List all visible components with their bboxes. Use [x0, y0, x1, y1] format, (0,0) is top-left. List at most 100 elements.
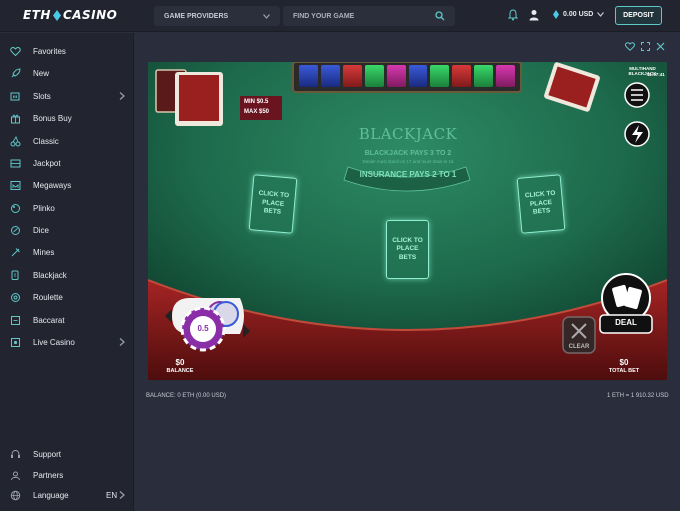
table-rule-payout: BLACKJACK PAYS 3 TO 2 [364, 150, 452, 157]
table-rule-insurance: INSURANCE PAYS 2 TO 1 [359, 170, 457, 179]
live-icon [11, 337, 20, 347]
dice-icon [11, 225, 20, 235]
chip-stack [452, 65, 472, 87]
selected-chip[interactable]: 0.5 [192, 324, 214, 333]
chevron-down-icon [263, 13, 270, 19]
chip-stack [342, 65, 362, 87]
rocket-icon [11, 67, 21, 77]
heart-icon [10, 46, 21, 56]
roulette-icon [11, 292, 20, 302]
sidebar-item-label: Baccarat [33, 315, 65, 325]
game-clock: 11:57:41 [647, 72, 665, 77]
sidebar-item-slots[interactable]: Slots [0, 85, 134, 107]
chip-stack [496, 65, 516, 87]
slot-machine-icon [10, 92, 20, 100]
sidebar-item-label: Bonus Buy [33, 113, 72, 123]
chip-stack [364, 65, 384, 87]
footer-balance: BALANCE: 0 ETH (0.00 USD) [146, 393, 227, 399]
bell-icon[interactable] [508, 9, 518, 21]
sidebar: Favorites New Slots Bonus Buy Classic Ja… [0, 33, 134, 511]
deposit-button[interactable]: DEPOSIT [615, 6, 662, 25]
megaways-icon [10, 180, 21, 190]
fullscreen-icon[interactable] [641, 42, 650, 51]
sidebar-item-roulette[interactable]: Roulette [0, 286, 134, 308]
eth-diamond-icon [52, 9, 61, 21]
sidebar-item-label: Language [33, 490, 69, 500]
sidebar-item-baccarat[interactable]: Baccarat [0, 309, 134, 331]
jackpot-icon [10, 159, 21, 167]
max-bet-label: MAX $50 [244, 109, 270, 115]
chip-stack [408, 65, 428, 87]
sidebar-item-megaways[interactable]: Megaways [0, 174, 134, 196]
baccarat-icon [11, 315, 20, 325]
sidebar-item-favorites[interactable]: Favorites [0, 40, 134, 62]
sidebar-item-label: Partners [33, 470, 64, 480]
chip-tray [295, 63, 519, 89]
game-providers-label: GAME PROVIDERS [164, 12, 229, 20]
chevron-down-icon [597, 12, 605, 17]
search-placeholder: FIND YOUR GAME [293, 12, 355, 20]
chevron-right-icon [119, 491, 125, 499]
sidebar-item-label: Classic [33, 136, 59, 146]
deal-button[interactable]: DEAL [600, 318, 652, 327]
sidebar-item-label: Slots [33, 91, 51, 101]
sidebar-item-mines[interactable]: Mines [0, 241, 134, 263]
bet-spot-center[interactable]: CLICK TO PLACE BETS [386, 220, 429, 279]
plinko-icon [11, 203, 20, 213]
game-canvas[interactable]: MULTIHAND BLACKJACK 11:57:41 MIN $0.5 MA… [148, 62, 667, 380]
sidebar-item-plinko[interactable]: Plinko [0, 197, 134, 219]
headset-icon [11, 449, 20, 458]
close-icon[interactable] [656, 42, 665, 51]
language-value: EN [106, 490, 118, 500]
chip-stack [386, 65, 406, 87]
chip-stack [474, 65, 494, 87]
game-providers-dropdown[interactable]: GAME PROVIDERS [154, 6, 280, 26]
chip-stack [299, 65, 318, 87]
language-selector[interactable]: Language EN [0, 484, 134, 506]
sidebar-item-dice[interactable]: Dice [0, 219, 134, 241]
sidebar-item-bonus-buy[interactable]: Bonus Buy [0, 107, 134, 129]
sidebar-item-label: Dice [33, 225, 50, 235]
sidebar-item-support[interactable]: Support [0, 443, 134, 465]
sidebar-item-label: Roulette [33, 292, 63, 302]
search-input[interactable]: FIND YOUR GAME [283, 6, 455, 26]
search-icon[interactable] [435, 11, 445, 21]
balance-selector[interactable]: 0.00 USD [553, 10, 605, 19]
bet-spot-right[interactable]: CLICK TO PLACE BETS [516, 174, 566, 234]
sidebar-item-new[interactable]: New [0, 62, 134, 84]
top-bar: ETH CASINO GAME PROVIDERS FIND YOUR GAME… [0, 0, 680, 32]
mines-icon [11, 247, 20, 256]
sidebar-item-label: Jackpot [33, 158, 61, 168]
site-logo[interactable]: ETH CASINO [23, 8, 117, 22]
clear-button[interactable]: CLEAR [560, 344, 598, 350]
chevron-right-icon [119, 92, 125, 100]
gift-icon [11, 114, 20, 123]
sidebar-item-label: New [33, 68, 50, 78]
sidebar-item-live-casino[interactable]: Live Casino [0, 331, 134, 353]
eth-currency-icon [553, 10, 559, 19]
chip-stack [320, 65, 340, 87]
sidebar-item-jackpot[interactable]: Jackpot [0, 152, 134, 174]
sidebar-item-label: Support [33, 449, 62, 459]
min-bet-label: MIN $0.5 [244, 99, 269, 105]
sidebar-item-label: Megaways [33, 180, 72, 190]
table-rule-dealer: Dealer must stand on 17 and must draw to… [362, 159, 454, 164]
favorite-heart-icon[interactable] [625, 42, 635, 51]
sidebar-item-blackjack[interactable]: Blackjack [0, 264, 134, 286]
sidebar-item-label: Live Casino [33, 337, 75, 347]
cherry-icon [10, 135, 21, 146]
user-icon[interactable] [529, 9, 539, 21]
table-title: BLACKJACK [358, 125, 458, 143]
balance-amount: 0.00 USD [563, 11, 594, 18]
sidebar-item-partners[interactable]: Partners [0, 464, 134, 486]
total-bet-label: TOTAL BET [608, 368, 640, 374]
chip-stack [430, 65, 450, 87]
balance-display-value: $0 [175, 358, 185, 367]
sidebar-item-classic[interactable]: Classic [0, 130, 134, 152]
bet-spot-left[interactable]: CLICK TO PLACE BETS [248, 174, 298, 234]
logo-text-left: ETH [23, 8, 51, 22]
globe-icon [10, 490, 21, 500]
sidebar-item-label: Mines [33, 247, 55, 257]
logo-text-right: CASINO [62, 8, 118, 22]
sidebar-item-label: Blackjack [33, 270, 67, 280]
